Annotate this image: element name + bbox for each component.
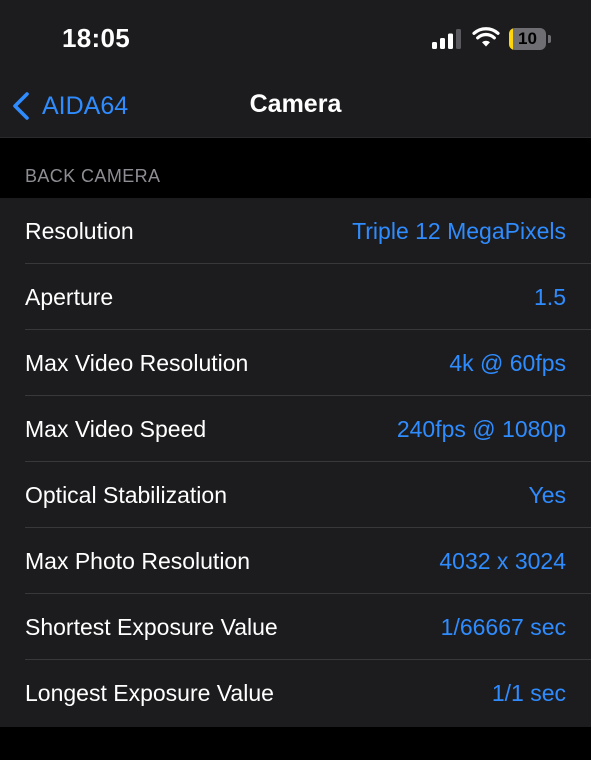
table-row[interactable]: Aperture 1.5 <box>0 263 591 330</box>
row-label: Max Video Speed <box>25 416 207 442</box>
table-row[interactable]: Longest Exposure Value 1/1 sec <box>0 659 591 727</box>
row-label: Aperture <box>25 284 114 310</box>
table-row[interactable]: Max Video Resolution 4k @ 60fps <box>0 329 591 396</box>
battery-cap <box>548 35 551 43</box>
row-value: Yes <box>528 482 566 508</box>
status-bar: 18:05 10 <box>0 0 591 78</box>
nav-divider <box>0 137 591 138</box>
row-label: Max Photo Resolution <box>25 548 251 574</box>
row-label: Optical Stabilization <box>25 482 227 508</box>
row-value: 1/1 sec <box>491 680 566 706</box>
page-title: Camera <box>249 90 342 118</box>
navigation-bar: AIDA64 Camera <box>0 78 591 136</box>
battery-level: 10 <box>518 29 537 48</box>
row-value: 4k @ 60fps <box>449 350 566 376</box>
status-time: 18:05 <box>62 23 130 53</box>
table-row[interactable]: Max Video Speed 240fps @ 1080p <box>0 395 591 462</box>
row-label: Resolution <box>25 218 134 244</box>
row-value: 4032 x 3024 <box>439 548 566 574</box>
row-value: Triple 12 MegaPixels <box>352 218 566 244</box>
battery-body: 10 <box>509 28 546 50</box>
back-camera-table: Resolution Triple 12 MegaPixels Aperture… <box>0 198 591 727</box>
wifi-icon <box>472 27 500 47</box>
table-row[interactable]: Optical Stabilization Yes <box>0 461 591 528</box>
table-row[interactable]: Shortest Exposure Value 1/66667 sec <box>0 593 591 660</box>
cellular-signal-icon <box>432 29 461 49</box>
table-row[interactable]: Resolution Triple 12 MegaPixels <box>0 198 591 264</box>
row-label: Shortest Exposure Value <box>25 614 278 640</box>
battery-icon: 10 <box>509 28 551 50</box>
row-value: 240fps @ 1080p <box>396 416 566 442</box>
table-row[interactable]: Max Photo Resolution 4032 x 3024 <box>0 527 591 594</box>
section-header: BACK CAMERA <box>25 166 161 186</box>
row-label: Max Video Resolution <box>25 350 249 376</box>
row-value: 1.5 <box>534 284 566 310</box>
row-label: Longest Exposure Value <box>25 680 274 706</box>
row-value: 1/66667 sec <box>440 614 566 640</box>
